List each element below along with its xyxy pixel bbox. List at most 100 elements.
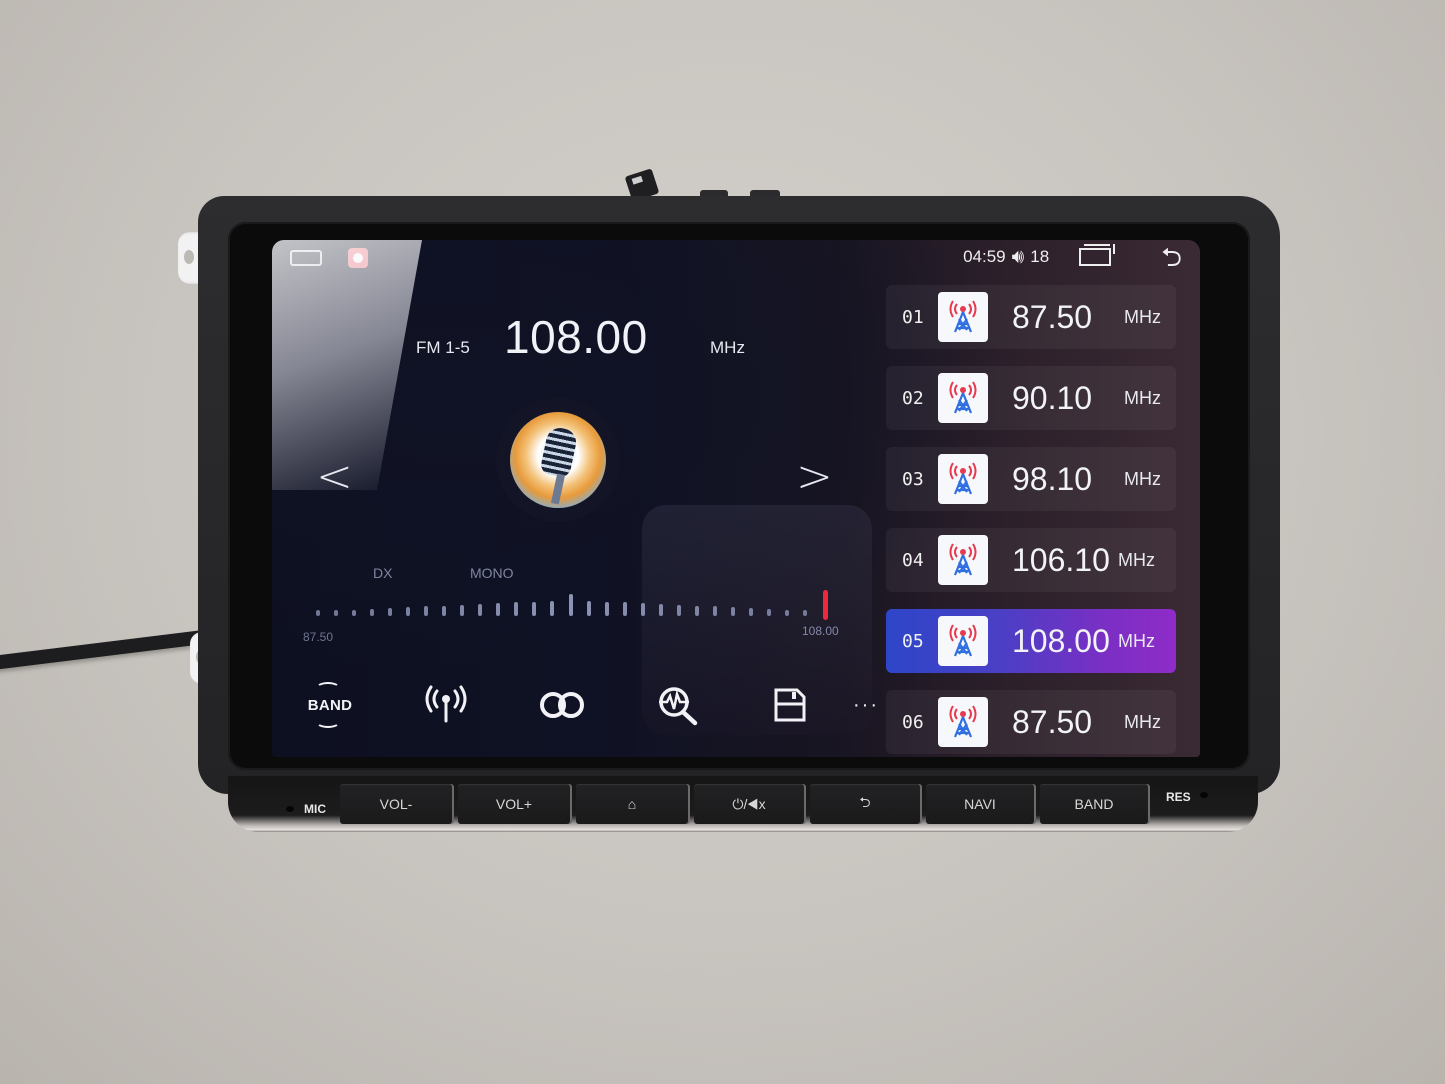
- preset-frequency: 90.10: [1012, 379, 1093, 416]
- microphone-icon: [539, 425, 579, 479]
- microphone-artwork: [510, 412, 606, 508]
- status-bar: 04:59 🔊︎ 18 ⮌: [963, 244, 1182, 270]
- preset-unit: MHz: [1124, 711, 1161, 732]
- preset-unit: MHz: [1124, 306, 1161, 327]
- preset-item[interactable]: 06 87.50 MHz: [886, 690, 1176, 754]
- preset-item[interactable]: 05 108.00 MHz: [886, 609, 1176, 673]
- scale-tick: [622, 602, 627, 616]
- home-button[interactable]: ⌂: [576, 784, 688, 824]
- preset-unit: MHz: [1118, 549, 1155, 570]
- scale-tick: [658, 604, 663, 616]
- back-hw-button[interactable]: ⮌: [810, 784, 920, 824]
- recent-apps-icon[interactable]: [1079, 244, 1116, 266]
- band-button[interactable]: BAND: [302, 680, 358, 730]
- preset-frequency: 87.50: [1012, 703, 1093, 740]
- scale-tick: [586, 600, 591, 616]
- stereo-loop-icon: [540, 692, 584, 718]
- preset-item[interactable]: 02 90.10 MHz: [886, 366, 1176, 430]
- preset-item[interactable]: 01 87.50 MHz: [886, 285, 1176, 349]
- band-icon: BAND: [307, 696, 353, 714]
- reset-hole[interactable]: [1200, 792, 1208, 798]
- radio-tower-icon: [938, 535, 988, 585]
- back-icon[interactable]: ⮌: [1161, 244, 1182, 270]
- mic-hole: [286, 806, 294, 812]
- scan-button[interactable]: [650, 680, 706, 730]
- microphone-stand: [550, 473, 566, 505]
- preset-frequency: 98.10: [1012, 460, 1093, 497]
- scale-tick: [370, 608, 375, 616]
- preset-unit: MHz: [1124, 387, 1161, 408]
- scale-tick: [676, 604, 681, 616]
- car-icon[interactable]: [290, 250, 322, 266]
- mono-indicator[interactable]: MONO: [470, 565, 514, 581]
- scale-tick: [532, 601, 537, 616]
- status-left: [290, 248, 368, 268]
- radio-tower-icon: [938, 292, 988, 342]
- save-button[interactable]: [762, 680, 818, 730]
- volume-level: 18: [1030, 247, 1050, 266]
- power-mute-icon: ⏻/◀x: [732, 795, 766, 812]
- scale-tick: [334, 610, 339, 616]
- radio-tower-icon: [938, 373, 988, 423]
- preset-index: 06: [902, 711, 924, 733]
- scale-tick: [784, 609, 789, 616]
- scale-tick: [550, 600, 555, 616]
- scale-tick: [316, 610, 320, 616]
- record-icon[interactable]: [348, 248, 368, 268]
- scale-tick: [568, 594, 573, 616]
- tuning-scale[interactable]: [316, 590, 836, 622]
- stereo-button[interactable]: [534, 680, 590, 730]
- tuning-needle[interactable]: [823, 590, 828, 620]
- scale-tick: [460, 604, 465, 616]
- scale-tick: [388, 608, 393, 616]
- power-cable: [0, 628, 221, 672]
- chevron-right-icon[interactable]: >: [796, 455, 833, 499]
- scale-tick: [406, 607, 411, 616]
- radio-tower-icon: [938, 616, 988, 666]
- preset-unit: MHz: [1124, 468, 1161, 489]
- band-hw-label: BAND: [1074, 796, 1114, 812]
- preset-index: 05: [902, 630, 924, 652]
- return-icon: ⮌: [859, 794, 871, 810]
- preset-item[interactable]: 04 106.10 MHz: [886, 528, 1176, 592]
- radio-tower-icon: [938, 454, 988, 504]
- scale-tick: [604, 601, 609, 616]
- scale-tick: [748, 608, 753, 616]
- scale-tick: [712, 606, 717, 616]
- vol-down-label: VOL-: [379, 796, 413, 812]
- band-label: FM 1-5: [416, 338, 470, 357]
- preset-item[interactable]: 03 98.10 MHz: [886, 447, 1176, 511]
- navi-button[interactable]: NAVI: [926, 784, 1034, 824]
- chevron-left-icon[interactable]: <: [316, 455, 353, 499]
- scale-min-label: 87.50: [303, 630, 334, 644]
- more-dots-icon: ···: [853, 693, 879, 716]
- preset-index: 01: [902, 306, 924, 328]
- preset-frequency: 108.00: [1012, 622, 1110, 659]
- vol-down-button[interactable]: VOL-: [340, 784, 452, 824]
- vol-up-button[interactable]: VOL+: [458, 784, 570, 824]
- res-label: RES: [1166, 790, 1191, 804]
- band-hw-button[interactable]: BAND: [1040, 784, 1148, 824]
- radio-tower-icon: [938, 697, 988, 747]
- radio-toolbar: BAND ···: [302, 680, 882, 730]
- antenna-button[interactable]: [418, 680, 474, 730]
- touchscreen: 04:59 🔊︎ 18 ⮌ FM 1-5 108.00 MHz < > DX M…: [272, 240, 1200, 757]
- dx-indicator[interactable]: DX: [373, 565, 392, 581]
- preset-index: 03: [902, 468, 924, 490]
- scan-search-icon: [659, 687, 698, 726]
- scale-tick: [730, 607, 735, 616]
- preset-unit: MHz: [1118, 630, 1155, 651]
- save-icon: [774, 688, 806, 722]
- scale-max-label: 108.00: [802, 624, 839, 638]
- scale-tick: [766, 608, 771, 616]
- scale-tick: [352, 609, 357, 616]
- antenna-icon: [425, 685, 467, 723]
- frequency-unit: MHz: [710, 338, 745, 357]
- scale-tick: [442, 605, 447, 616]
- scale-tick: [496, 603, 501, 616]
- scale-tick: [478, 604, 483, 616]
- power-mute-button[interactable]: ⏻/◀x: [694, 784, 804, 824]
- home-icon: ⌂: [627, 796, 637, 812]
- current-frequency: 108.00: [504, 311, 648, 363]
- scale-tick: [514, 602, 519, 616]
